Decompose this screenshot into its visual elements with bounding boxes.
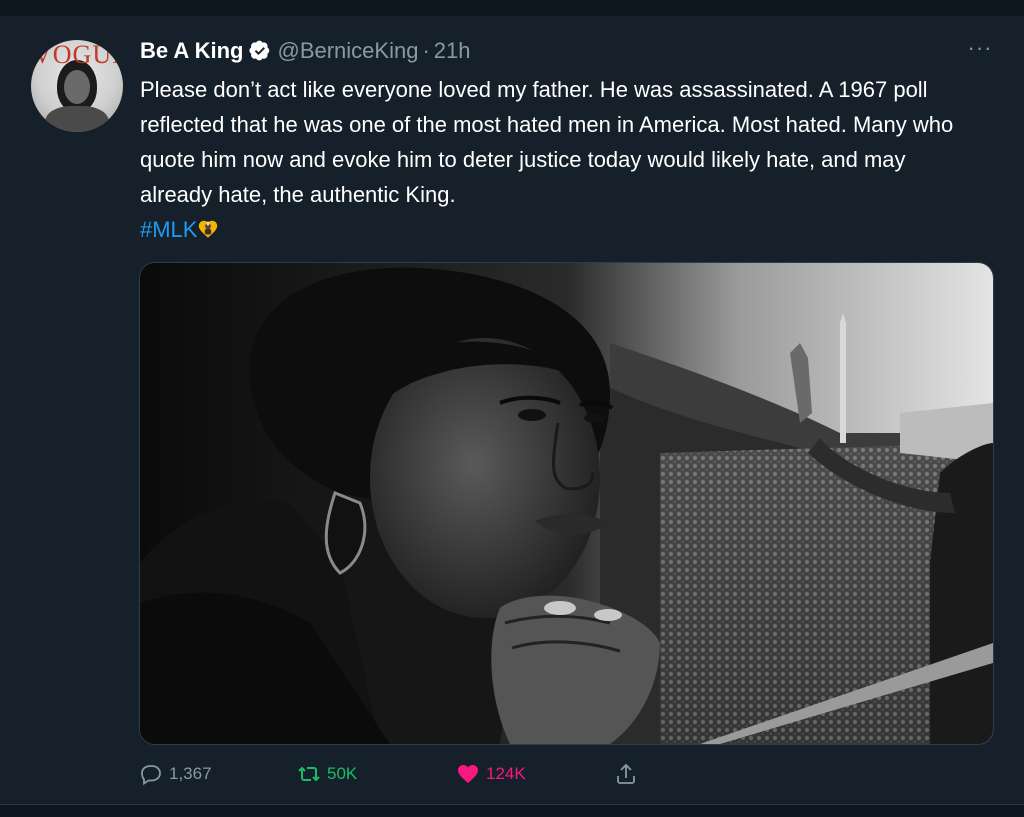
separator-dot: · — [422, 38, 430, 63]
more-options-button[interactable]: ··· — [966, 37, 994, 61]
media-photo-composite — [140, 263, 993, 744]
share-button[interactable] — [614, 757, 644, 791]
mlk-hashflag-icon — [199, 220, 218, 238]
like-count: 124K — [486, 764, 526, 783]
heart-icon — [458, 765, 478, 783]
author-name[interactable]: Be A King — [140, 38, 243, 64]
retweet-button[interactable]: 50K — [297, 757, 357, 791]
retweet-icon — [298, 766, 320, 782]
tweet-media-image[interactable] — [139, 262, 994, 745]
reply-count: 1,367 — [169, 764, 212, 783]
avatar-body — [45, 106, 109, 132]
top-bar — [0, 0, 1024, 16]
tweet-header: Be A King @BerniceKing · 21h — [140, 36, 471, 66]
share-icon — [617, 763, 635, 784]
avatar-face — [64, 70, 90, 104]
retweet-count: 50K — [327, 764, 358, 783]
avatar[interactable]: VOGUE — [31, 40, 123, 132]
avatar-magazine-logo: VOGUE — [33, 40, 123, 69]
tweet-timestamp[interactable]: 21h — [434, 38, 471, 64]
tweet-text-content: Please don’t act like everyone loved my … — [140, 77, 954, 207]
author-handle[interactable]: @BerniceKing — [277, 38, 418, 64]
tweet-card[interactable]: VOGUE Be A King @BerniceKing · 21h ··· P… — [0, 16, 1024, 804]
tweet-action-bar: 1,367 50K 124K — [0, 757, 1024, 791]
reply-button[interactable]: 1,367 — [139, 757, 212, 791]
bottom-bar — [0, 804, 1024, 817]
reply-bubble-icon — [141, 765, 161, 786]
like-button[interactable]: 124K — [456, 757, 526, 791]
hashtag-link[interactable]: #MLK — [140, 217, 197, 242]
verified-badge-icon — [249, 40, 270, 61]
tweet-text: Please don’t act like everyone loved my … — [140, 72, 980, 247]
